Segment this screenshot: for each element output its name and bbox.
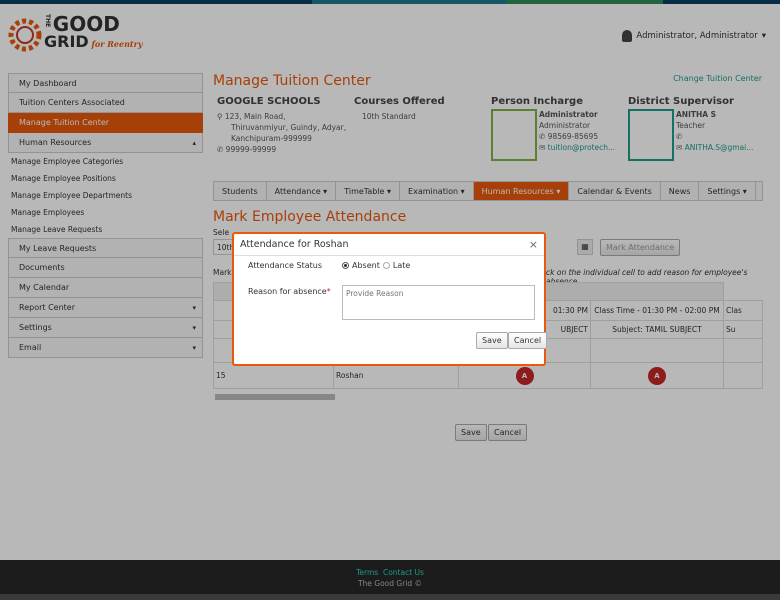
close-icon[interactable]: × (529, 238, 538, 251)
modal-header: Attendance for Roshan × (234, 234, 544, 256)
status-options: Absent Late (342, 261, 410, 270)
footer-contact-link[interactable]: Contact Us (383, 568, 424, 577)
late-radio[interactable] (382, 262, 390, 269)
reason-label: Reason for absence* (248, 287, 331, 296)
attendance-modal: Attendance for Roshan × Attendance Statu… (232, 232, 548, 366)
modal-title: Attendance for Roshan (240, 239, 349, 250)
reason-textarea[interactable] (342, 285, 535, 320)
footer-terms-link[interactable]: Terms (356, 568, 378, 577)
thumbnail-strip (0, 594, 780, 600)
modal-cancel-button[interactable]: Cancel (508, 332, 548, 349)
status-label: Attendance Status (248, 261, 323, 270)
modal-save-button[interactable]: Save (476, 332, 508, 349)
footer-copyright: The Good Grid © (357, 579, 423, 588)
absent-label: Absent (352, 261, 380, 270)
reason-label-text: Reason for absence (248, 287, 327, 296)
required-marker: * (326, 287, 331, 296)
late-label: Late (392, 261, 411, 270)
absent-radio[interactable] (342, 262, 349, 269)
